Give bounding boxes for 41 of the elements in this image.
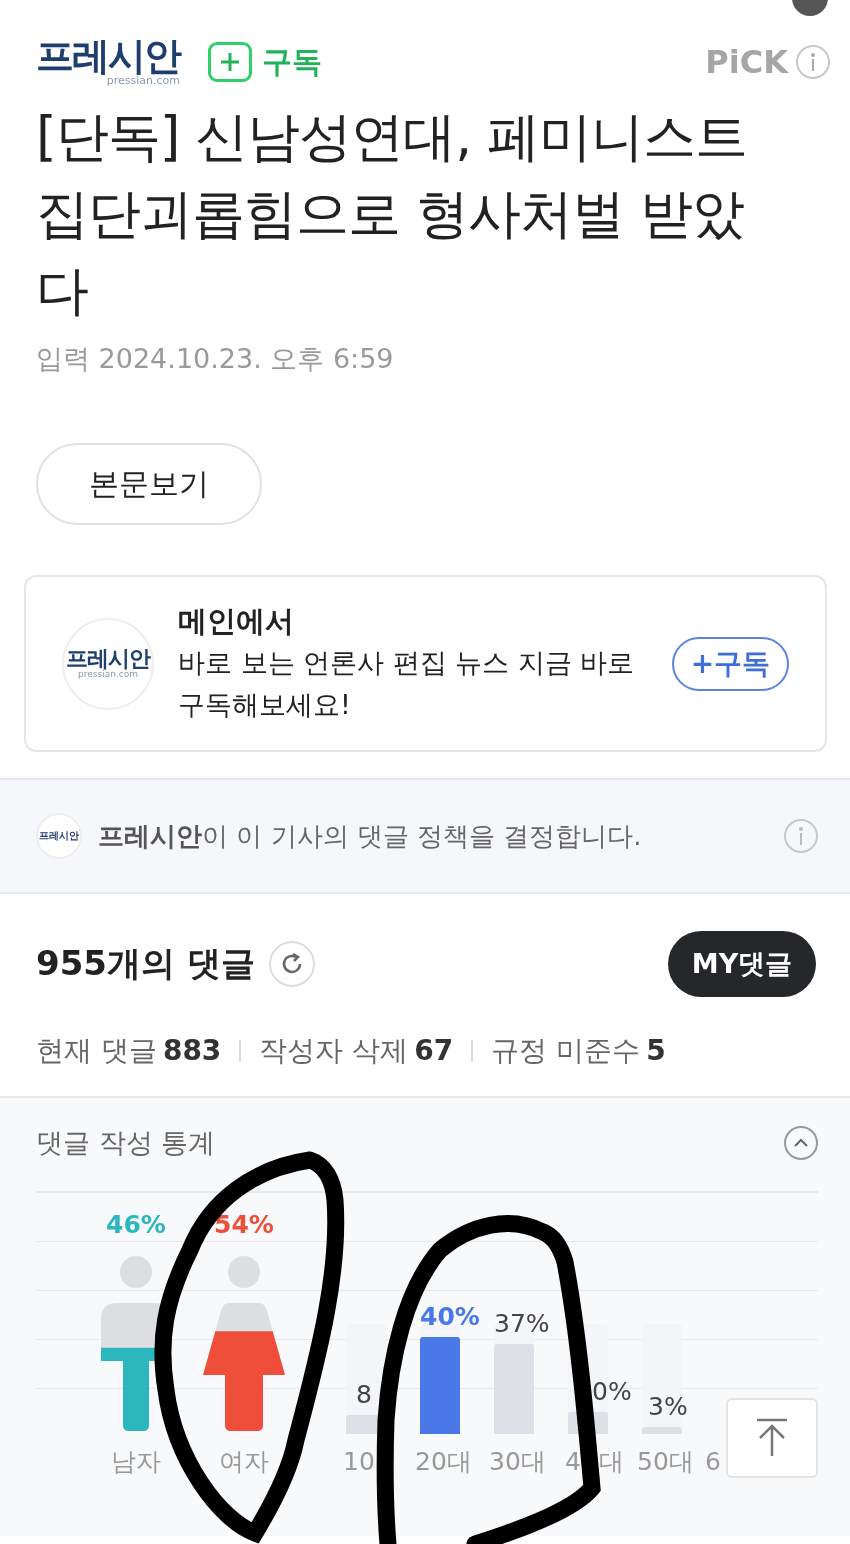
gender-percent: 46% — [106, 1210, 166, 1239]
card-text: 바로 보는 언론사 편집 뉴스 지금 바로 구독해보세요! — [178, 645, 636, 722]
info-icon[interactable] — [796, 45, 830, 79]
card-heading: 메인에서 — [178, 602, 295, 640]
publish-date: 입력 2024.10.23. 오후 6:59 — [36, 342, 395, 376]
age-label: 4 대 — [564, 1445, 625, 1478]
gender-percent: 54% — [214, 1210, 274, 1239]
article-title: [단독] 신남성연대, 페미니스트 집단괴롭힘으로 형사처벌 받았다 — [36, 105, 748, 323]
age-percent: 8 — [356, 1380, 372, 1410]
press-logo: 프레시안 — [36, 813, 82, 859]
comment-count-title: 955개의 댓글 — [36, 942, 255, 985]
stats-title: 댓글 작성 통계 — [36, 1126, 216, 1160]
comment-stat: 규정 미준수 5 — [491, 1033, 666, 1069]
press-logo: 프레시안 pressian.com — [62, 617, 154, 710]
age-label: 20대 — [414, 1445, 473, 1478]
head-icon — [228, 1256, 260, 1288]
arrow-up-icon — [755, 1418, 789, 1458]
refresh-icon[interactable] — [268, 941, 315, 987]
pick-label: PiCK — [705, 43, 788, 81]
age-percent: 40% — [420, 1302, 480, 1332]
age-percent: 37% — [494, 1308, 550, 1338]
age-percent: 3% — [648, 1392, 688, 1422]
plus-icon — [219, 51, 241, 73]
comment-stat: 현재 댓글 883 — [36, 1033, 222, 1069]
policy-text: 프레시안이 이 기사의 댓글 정책을 결정합니다. — [98, 819, 643, 853]
gender-label: 여자 — [218, 1445, 270, 1478]
age-percent: 0% — [592, 1377, 632, 1406]
view-article-button[interactable]: 본문보기 — [36, 443, 262, 525]
age-label: 10 — [342, 1446, 376, 1476]
my-comments-button[interactable]: MY댓글 — [668, 931, 816, 997]
gender-label: 남자 — [110, 1445, 162, 1478]
press-logo[interactable]: 프레시안 pressian.com — [36, 36, 180, 88]
age-label: 6 — [704, 1446, 722, 1476]
age-label: 50대 — [636, 1445, 695, 1478]
comment-stat: 작성자 삭제 67 — [259, 1033, 454, 1069]
head-icon — [120, 1256, 152, 1288]
subscribe-button[interactable]: +구독 — [672, 636, 789, 691]
chevron-up-icon — [793, 1138, 809, 1148]
collapse-button[interactable] — [784, 1126, 818, 1160]
scroll-top-button[interactable] — [726, 1398, 818, 1478]
age-label: 30대 — [488, 1445, 547, 1478]
